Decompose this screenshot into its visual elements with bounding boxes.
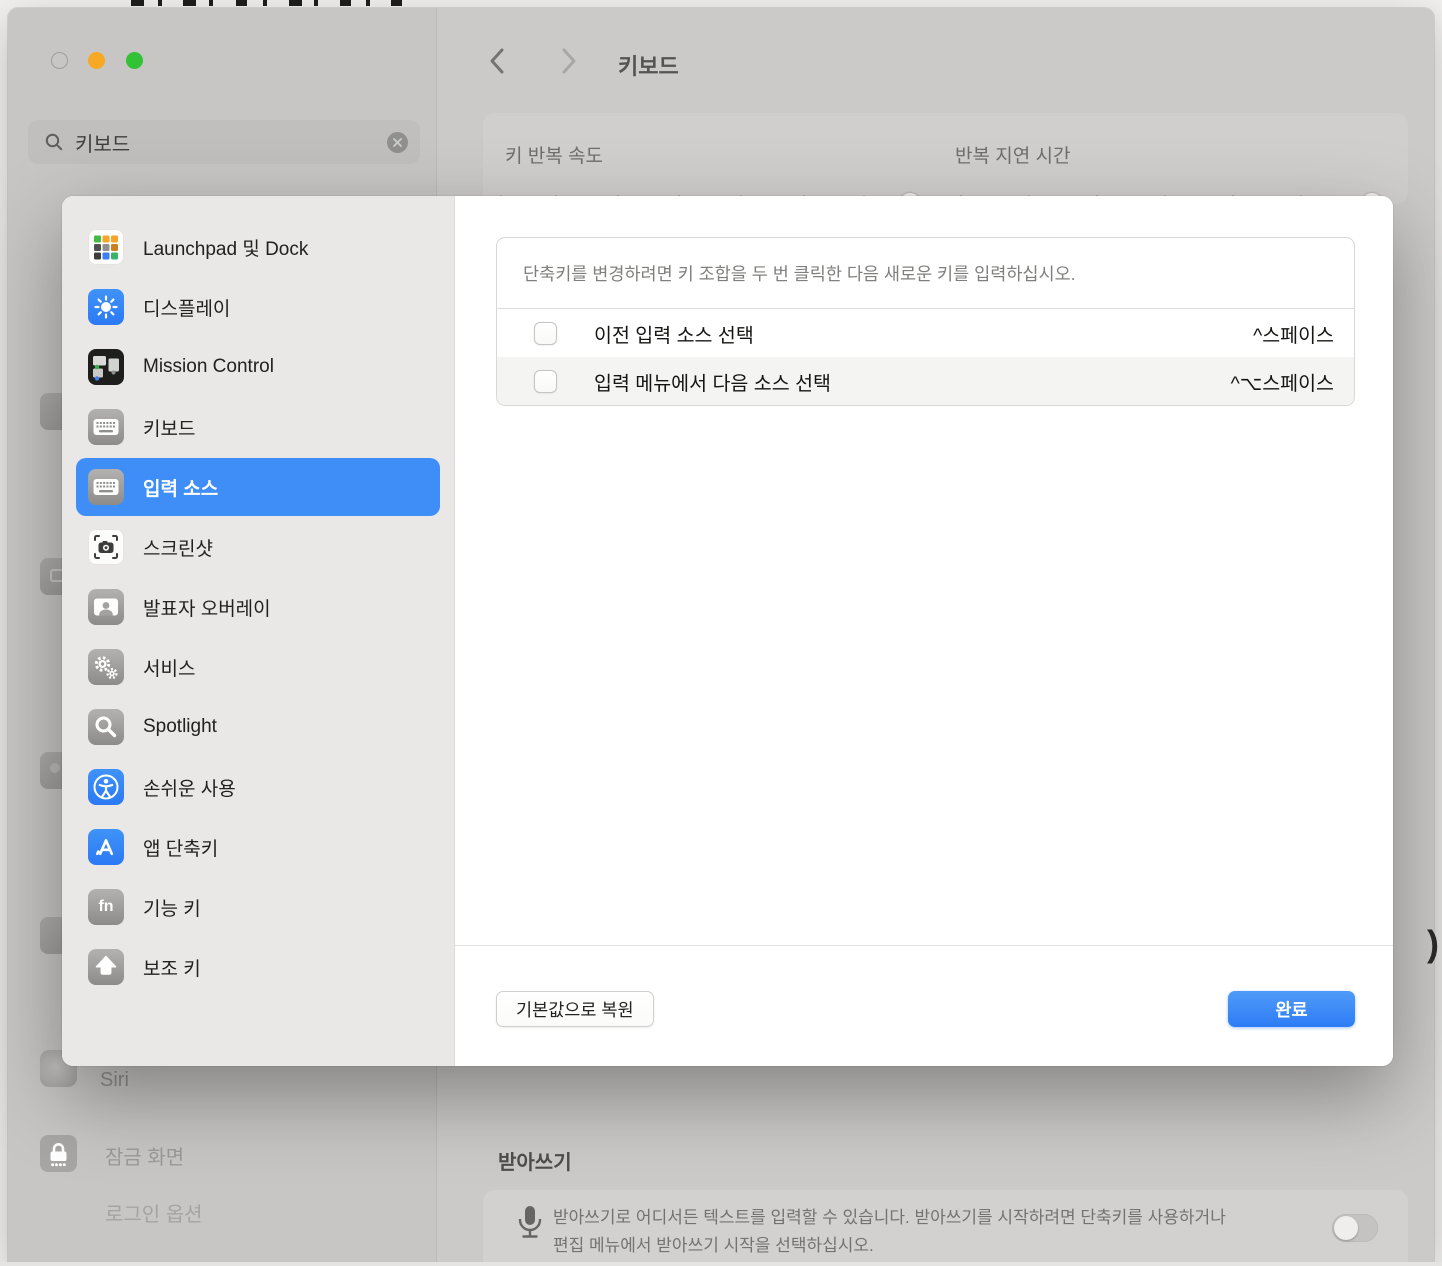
presenter-overlay-icon — [88, 589, 124, 625]
dictation-description: 받아쓰기로 어디서든 텍스트를 입력할 수 있습니다. 받아쓰기를 시작하려면 … — [553, 1204, 1226, 1260]
dictation-toggle[interactable] — [1332, 1214, 1378, 1242]
search-value: 키보드 — [75, 128, 376, 157]
sidebar-item-mission-control[interactable]: Mission Control — [76, 338, 440, 396]
sidebar-item-label: 서비스 — [143, 654, 195, 681]
display-icon — [88, 289, 124, 325]
dialog-footer: 기본값으로 복원 완료 — [455, 945, 1393, 1066]
sidebar-item-label: Mission Control — [143, 356, 274, 378]
top-edge-text-fragment — [391, 0, 402, 6]
sidebar-item-function-keys[interactable]: fn 기능 키 — [76, 878, 440, 936]
top-edge-text-fragment — [183, 0, 196, 6]
sidebar-item-label: 보조 키 — [143, 954, 201, 981]
dialog-sidebar: Launchpad 및 Dock 디스플레이 — [62, 196, 455, 1066]
page-title: 키보드 — [618, 49, 679, 81]
spotlight-icon — [88, 709, 124, 745]
top-edge-text-fragment — [131, 0, 144, 6]
instruction-text: 단축키를 변경하려면 키 조합을 두 번 클릭한 다음 새로운 키를 입력하십시… — [497, 238, 1354, 309]
dictation-card: 받아쓰기로 어디서든 텍스트를 입력할 수 있습니다. 받아쓰기를 시작하려면 … — [483, 1190, 1408, 1262]
top-edge-text-fragment — [314, 0, 318, 6]
minimize-button[interactable] — [88, 52, 105, 69]
accessibility-icon — [88, 769, 124, 805]
close-button[interactable] — [51, 52, 68, 69]
sidebar-item-presenter-overlay[interactable]: 발표자 오버레이 — [76, 578, 440, 636]
sidebar-item-siri[interactable]: Siri — [100, 1069, 129, 1092]
dictation-heading: 받아쓰기 — [498, 1146, 572, 1175]
sidebar-item-services[interactable]: 서비스 — [76, 638, 440, 696]
toggle-knob — [1334, 1216, 1358, 1240]
shortcut-row[interactable]: 이전 입력 소스 선택 ^스페이스 — [497, 309, 1354, 357]
sidebar-item-label: 입력 소스 — [143, 474, 218, 501]
shortcut-label: 입력 메뉴에서 다음 소스 선택 — [594, 367, 831, 396]
dialog-content: 단축키를 변경하려면 키 조합을 두 번 클릭한 다음 새로운 키를 입력하십시… — [455, 196, 1393, 1066]
launchpad-icon — [88, 229, 124, 265]
services-icon — [88, 649, 124, 685]
search-icon — [44, 132, 64, 152]
sidebar-item-modifier-keys[interactable]: 보조 키 — [76, 938, 440, 996]
screenshot-icon — [88, 529, 124, 565]
maximize-button[interactable] — [126, 52, 143, 69]
sidebar-item-label: 디스플레이 — [143, 294, 230, 321]
shortcut-table: 단축키를 변경하려면 키 조합을 두 번 클릭한 다음 새로운 키를 입력하십시… — [496, 237, 1355, 406]
forward-icon[interactable] — [561, 48, 577, 74]
sidebar-item-accessibility[interactable]: 손쉬운 사용 — [76, 758, 440, 816]
top-edge-text-fragment — [289, 0, 302, 6]
checkbox[interactable] — [534, 322, 557, 345]
lock-icon — [40, 1135, 77, 1172]
sidebar-item-label: 키보드 — [143, 414, 195, 441]
keyboard-icon — [88, 409, 124, 445]
shortcut-keys[interactable]: ^스페이스 — [1253, 319, 1334, 348]
sidebar-item-display[interactable]: 디스플레이 — [76, 278, 440, 336]
sidebar-item-label: 앱 단축키 — [143, 834, 218, 861]
sidebar-item-keyboard[interactable]: 키보드 — [76, 398, 440, 456]
key-repeat-card: 키 반복 속도 반복 지연 시간 — [483, 113, 1408, 204]
sidebar-item-spotlight[interactable]: Spotlight — [76, 698, 440, 756]
top-edge-text-fragment — [158, 0, 162, 6]
sidebar-item-label: Launchpad 및 Dock — [143, 234, 308, 261]
top-edge-text-fragment — [236, 0, 247, 6]
sidebar-item-label: Spotlight — [143, 716, 217, 738]
shortcut-label: 이전 입력 소스 선택 — [594, 319, 754, 348]
clear-search-icon[interactable] — [387, 132, 408, 153]
top-edge-text-fragment — [340, 0, 351, 6]
keyboard-shortcuts-dialog: Launchpad 및 Dock 디스플레이 — [62, 196, 1393, 1066]
sidebar-item-label: 발표자 오버레이 — [143, 594, 271, 621]
repeat-delay-label: 반복 지연 시간 — [955, 141, 1070, 168]
back-icon[interactable] — [489, 48, 505, 74]
done-button[interactable]: 완료 — [1228, 991, 1355, 1027]
search-input[interactable]: 키보드 — [28, 120, 420, 164]
top-edge-text-fragment — [366, 0, 370, 6]
restore-defaults-button[interactable]: 기본값으로 복원 — [496, 991, 654, 1027]
sidebar-item-login-options[interactable]: 로그인 옵션 — [105, 1198, 203, 1227]
sidebar-item-screenshot[interactable]: 스크린샷 — [76, 518, 440, 576]
checkbox[interactable] — [534, 370, 557, 393]
sidebar-item-label: 손쉬운 사용 — [143, 774, 236, 801]
shortcut-row[interactable]: 입력 메뉴에서 다음 소스 선택 ^⌥스페이스 — [497, 357, 1354, 405]
window-bottom-edge — [0, 1262, 1442, 1266]
top-edge-text-fragment — [263, 0, 267, 6]
sidebar-item-app-shortcuts[interactable]: 앱 단축키 — [76, 818, 440, 876]
shift-icon — [88, 949, 124, 985]
mission-control-icon — [88, 349, 124, 385]
sidebar-item-input-sources[interactable]: 입력 소스 — [76, 458, 440, 516]
shortcut-keys[interactable]: ^⌥스페이스 — [1231, 367, 1334, 396]
sidebar-item-launchpad-dock[interactable]: Launchpad 및 Dock — [76, 218, 440, 276]
sidebar-item-lock-screen[interactable]: 잠금 화면 — [105, 1141, 184, 1170]
sidebar-item-label: 스크린샷 — [143, 534, 213, 561]
app-shortcuts-icon — [88, 829, 124, 865]
key-repeat-label: 키 반복 속도 — [505, 141, 603, 168]
fn-icon: fn — [88, 889, 124, 925]
input-sources-icon — [88, 469, 124, 505]
edge-glyph: ) — [1427, 923, 1439, 965]
microphone-icon — [513, 1202, 547, 1250]
top-edge-text-fragment — [209, 0, 213, 6]
sidebar-item-label: 기능 키 — [143, 894, 201, 921]
